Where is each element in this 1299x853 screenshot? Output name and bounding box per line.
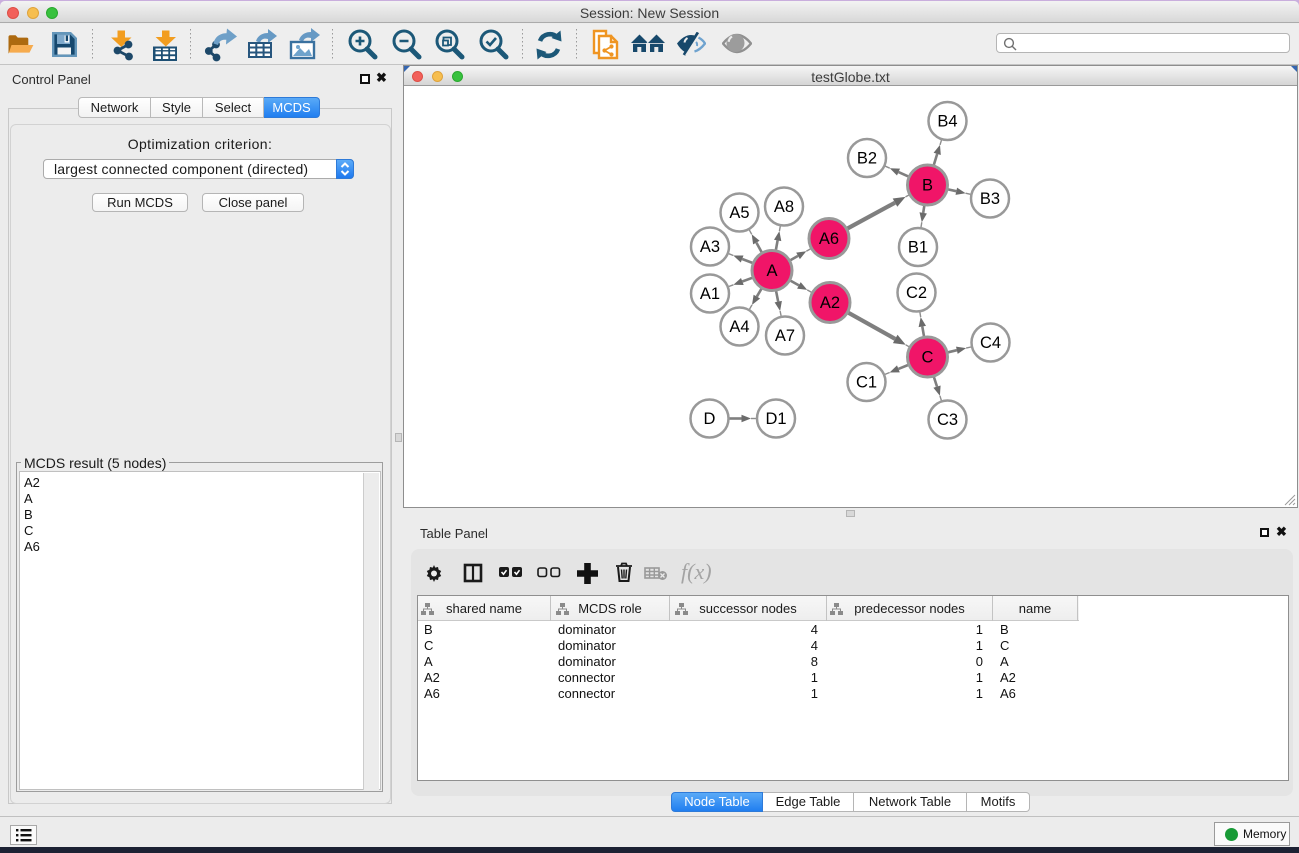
svg-text:D1: D1 <box>765 410 786 428</box>
svg-text:B4: B4 <box>937 113 957 131</box>
svg-text:C: C <box>922 349 934 367</box>
svg-text:A1: A1 <box>700 285 720 303</box>
svg-text:A5: A5 <box>729 204 749 222</box>
svg-text:B2: B2 <box>857 150 877 168</box>
svg-text:B: B <box>922 177 933 195</box>
svg-text:A7: A7 <box>775 327 795 345</box>
svg-text:A4: A4 <box>729 318 749 336</box>
svg-text:A: A <box>766 262 777 280</box>
svg-text:A3: A3 <box>700 238 720 256</box>
svg-text:D: D <box>704 410 716 428</box>
svg-text:A6: A6 <box>819 230 839 248</box>
svg-text:A2: A2 <box>820 294 840 312</box>
svg-text:C2: C2 <box>906 284 927 302</box>
svg-text:A8: A8 <box>774 198 794 216</box>
svg-text:B1: B1 <box>908 239 928 257</box>
svg-text:C4: C4 <box>980 334 1001 352</box>
svg-text:C3: C3 <box>937 411 958 429</box>
svg-text:C1: C1 <box>856 374 877 392</box>
svg-text:B3: B3 <box>980 190 1000 208</box>
